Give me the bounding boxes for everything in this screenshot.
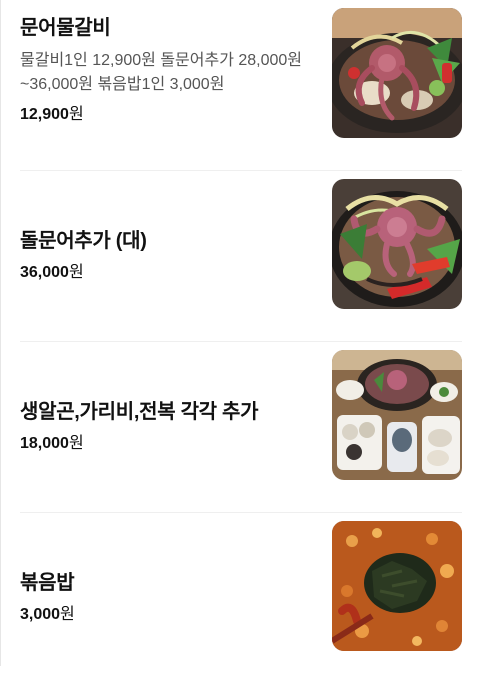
menu-item-image[interactable] — [332, 179, 462, 309]
octopus-galbi-hotpot-photo-icon — [332, 8, 462, 138]
menu-item-name: 생알곤,가리비,전복 각각 추가 — [20, 400, 259, 423]
menu-list: 문어물갈비 물갈비1인 12,900원 돌문어추가 28,000원~36,000… — [20, 0, 462, 684]
menu-item[interactable]: 문어물갈비 물갈비1인 12,900원 돌문어추가 28,000원~36,000… — [20, 0, 462, 171]
price-value: 3,000 — [20, 605, 61, 623]
menu-item-price: 12,900원 — [20, 104, 310, 126]
menu-item[interactable]: 생알곤,가리비,전복 각각 추가 18,000원 — [20, 342, 462, 513]
menu-item-name: 문어물갈비 — [20, 17, 111, 39]
menu-item-info: 돌문어추가 (대) 36,000원 — [20, 205, 310, 305]
seafood-table-spread-photo-icon — [332, 350, 462, 480]
octopus-hotpot-photo-icon — [332, 179, 462, 309]
menu-item-name: 볶음밥 — [20, 571, 75, 594]
fried-rice-photo-icon — [332, 521, 462, 651]
menu-item-price: 3,000원 — [20, 604, 310, 626]
menu-item[interactable]: 돌문어추가 (대) 36,000원 — [20, 171, 462, 342]
price-unit: 원 — [68, 434, 84, 452]
price-value: 18,000 — [20, 434, 69, 452]
price-unit: 원 — [68, 106, 84, 123]
menu-item-info: 볶음밥 3,000원 — [20, 547, 310, 647]
left-border — [0, 0, 1, 666]
price-unit: 원 — [60, 605, 75, 623]
menu-item-name: 돌문어추가 (대) — [20, 229, 147, 252]
price-unit: 원 — [68, 263, 84, 281]
menu-item-info: 문어물갈비 물갈비1인 12,900원 돌문어추가 28,000원~36,000… — [20, 14, 310, 126]
menu-item-info: 생알곤,가리비,전복 각각 추가 18,000원 — [20, 376, 310, 476]
price-value: 36,000 — [20, 263, 69, 281]
menu-item-image[interactable] — [332, 8, 462, 138]
menu-item-description: 물갈비1인 12,900원 돌문어추가 28,000원~36,000원 볶음밥1… — [20, 52, 303, 93]
menu-item-price: 36,000원 — [20, 262, 310, 284]
menu-item-price: 18,000원 — [20, 433, 310, 455]
price-value: 12,900 — [20, 106, 69, 123]
menu-item-image[interactable] — [332, 521, 462, 651]
menu-item[interactable]: 볶음밥 3,000원 — [20, 513, 462, 684]
menu-item-image[interactable] — [332, 350, 462, 480]
